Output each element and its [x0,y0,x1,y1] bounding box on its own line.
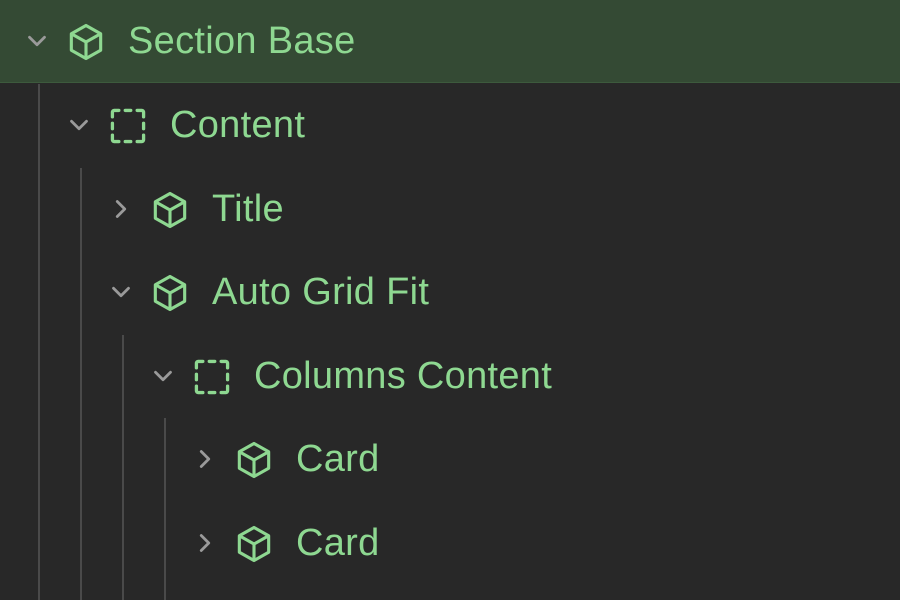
tree-row-label: Auto Grid Fit [212,271,430,313]
tree-row-label: Card [296,522,380,564]
chevron-down-icon[interactable] [148,361,178,391]
tree-row-label: Columns Content [254,355,553,397]
tree-row-label: Content [170,104,306,146]
frame-dashed-icon [194,359,230,395]
tree-row-label: Section Base [128,20,356,62]
tree-row-content[interactable]: Content [0,84,900,167]
chevron-right-icon[interactable] [106,194,136,224]
frame-dashed-icon [110,108,146,144]
layer-tree: Section Base Content Title Auto Grid Fit… [0,0,900,600]
chevron-right-icon[interactable] [190,528,220,558]
cube-icon [237,525,271,563]
cube-icon [69,23,103,61]
chevron-down-icon[interactable] [64,110,94,140]
tree-row-card[interactable]: Card [0,502,900,585]
cube-icon [153,274,187,312]
tree-row-title[interactable]: Title [0,168,900,251]
chevron-right-icon[interactable] [190,444,220,474]
chevron-down-icon[interactable] [106,277,136,307]
tree-row-auto-grid-fit[interactable]: Auto Grid Fit [0,251,900,334]
tree-row-label: Title [212,188,284,230]
tree-row-label: Card [296,438,380,480]
tree-row-card[interactable]: Card [0,418,900,501]
tree-row-columns-content[interactable]: Columns Content [0,335,900,418]
tree-row-section-base[interactable]: Section Base [0,0,900,83]
cube-icon [237,441,271,479]
chevron-down-icon[interactable] [22,26,52,56]
cube-icon [153,191,187,229]
